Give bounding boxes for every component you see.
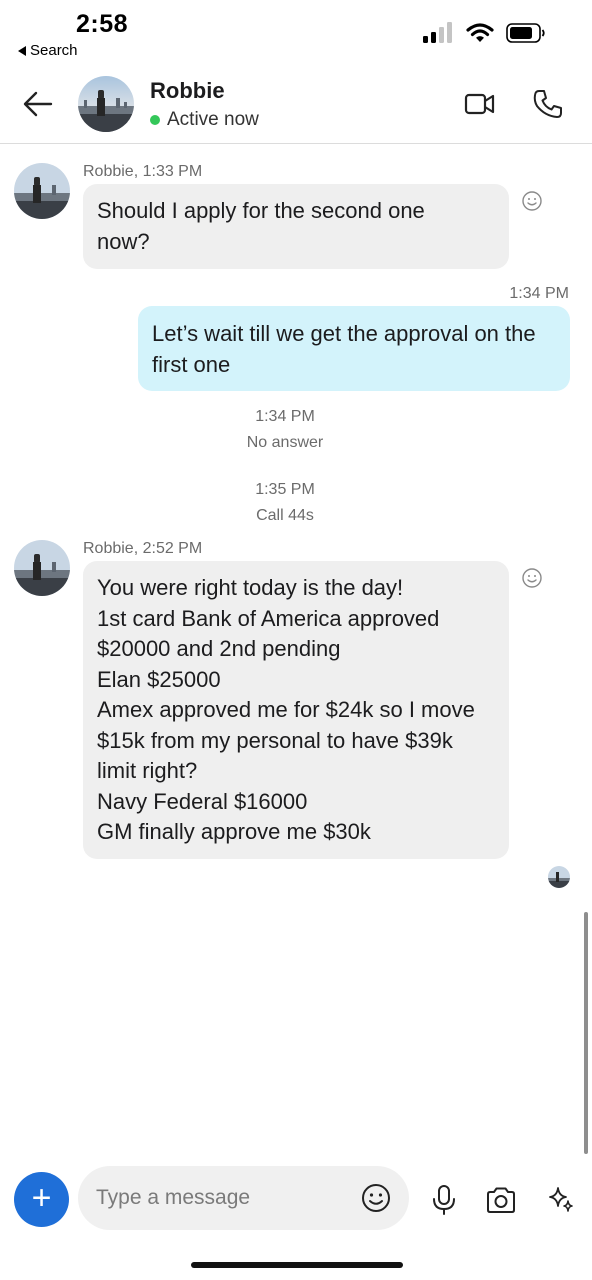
contact-name[interactable]: Robbie (150, 78, 225, 104)
message-line: limit right? (97, 758, 198, 783)
back-to-search-label: Search (30, 42, 78, 59)
call-event-status: Call 44s (256, 507, 314, 524)
sender-timestamp: Robbie, 1:33 PM (83, 163, 203, 180)
presence-dot (150, 115, 160, 125)
back-to-search-link[interactable]: Search (18, 42, 78, 59)
incoming-message-bubble[interactable]: Should I apply for the second one now? (83, 184, 509, 269)
camera-button[interactable] (485, 1186, 517, 1214)
video-call-button[interactable] (464, 90, 496, 118)
chat-header: Robbie Active now (0, 66, 592, 144)
battery-icon (506, 23, 545, 43)
message-line: Should I apply for the second one (97, 198, 425, 223)
avatar-photo (14, 163, 70, 219)
status-icons (422, 22, 546, 44)
add-attachment-button[interactable]: + (14, 1172, 69, 1227)
sparkle-icon (549, 1187, 573, 1212)
contact-avatar[interactable] (78, 76, 134, 132)
sender-avatar[interactable] (14, 540, 70, 596)
home-indicator (191, 1262, 403, 1268)
outgoing-timestamp: 1:34 PM (509, 285, 569, 302)
status-time: 2:58 (76, 10, 129, 38)
call-event-time: 1:34 PM (255, 408, 315, 425)
message-line: first one (152, 351, 231, 377)
presence-status: Active now (150, 109, 259, 131)
avatar-photo (14, 540, 70, 596)
phone-icon (533, 90, 562, 118)
signal-icon (423, 22, 452, 43)
avatar-photo (548, 866, 570, 888)
message-line: Amex approved me for $24k so I move (97, 697, 475, 722)
message-line: You were right today is the day! (97, 575, 404, 600)
call-event-status: No answer (246, 434, 324, 451)
smiley-icon (522, 568, 542, 588)
message-line: GM finally approve me $30k (97, 819, 371, 844)
message-input[interactable] (96, 1166, 356, 1230)
message-line: $20000 and 2nd pending (97, 636, 341, 661)
message-line: now? (97, 228, 150, 254)
message-line: Elan $25000 (97, 666, 221, 692)
audio-call-button[interactable] (532, 88, 564, 120)
sender-timestamp: Robbie, 2:52 PM (83, 540, 203, 557)
incoming-message-bubble[interactable]: You were right today is the day! 1st car… (83, 561, 509, 859)
back-button[interactable] (20, 86, 56, 122)
react-button[interactable] (521, 190, 543, 212)
emoji-icon (362, 1184, 390, 1212)
outgoing-message-bubble[interactable]: Let’s wait till we get the approval on t… (138, 306, 570, 391)
emoji-button[interactable] (360, 1182, 392, 1214)
read-receipt-avatar (548, 866, 570, 888)
voice-message-button[interactable] (430, 1184, 458, 1216)
avatar-photo (78, 76, 134, 132)
message-line: Let’s wait till we get the approval on t… (152, 321, 536, 346)
message-line: Navy Federal $16000 (97, 788, 308, 814)
message-composer (78, 1166, 409, 1230)
video-camera-icon (464, 93, 495, 115)
arrow-left-icon (23, 91, 53, 117)
ai-assist-button[interactable] (546, 1184, 576, 1214)
wifi-icon (466, 23, 494, 42)
call-event-time: 1:35 PM (255, 481, 315, 498)
message-line: $15k from my personal to have $39k (97, 727, 453, 753)
sender-avatar[interactable] (14, 163, 70, 219)
back-triangle-icon (18, 45, 26, 56)
react-button[interactable] (521, 567, 543, 589)
camera-icon (487, 1187, 515, 1213)
message-line: 1st card Bank of America approved (97, 605, 440, 631)
scrollbar[interactable] (584, 912, 588, 1154)
presence-label: Active now (167, 109, 259, 130)
plus-icon: + (31, 1179, 52, 1217)
microphone-icon (433, 1185, 455, 1215)
smiley-icon (522, 191, 542, 211)
